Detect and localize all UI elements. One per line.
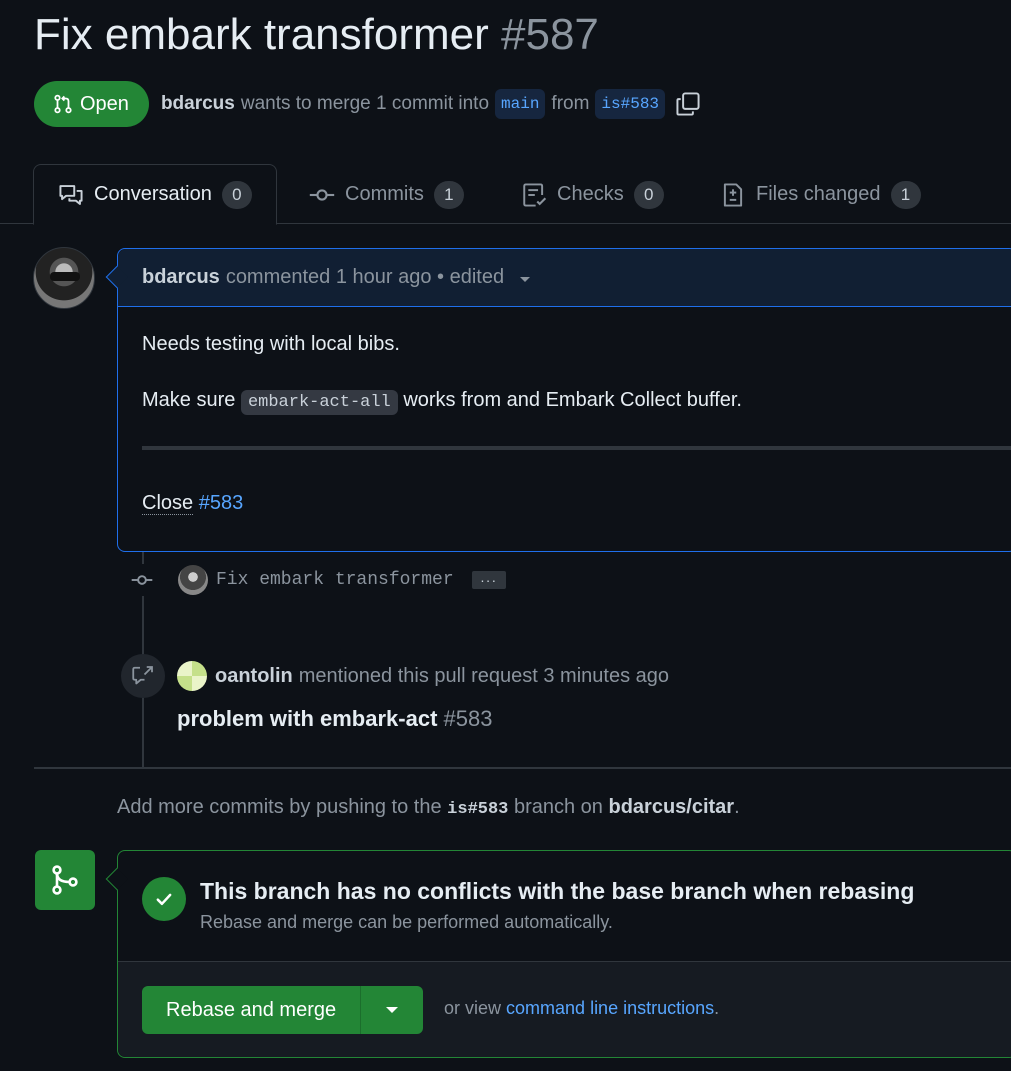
mention-event: oantolin mentioned this pull request 3 m… <box>177 660 669 692</box>
tab-counter: 1 <box>890 180 921 209</box>
base-branch-label[interactable]: main <box>495 89 546 119</box>
referenced-issue-title: problem with embark-act <box>177 706 438 731</box>
timeline-commit: Fix embark transformer ··· <box>126 564 506 596</box>
file-diff-icon <box>723 182 743 207</box>
merge-method-dropdown[interactable] <box>361 986 424 1034</box>
pr-tabs: Conversation 0 Commits 1 Checks 0 Files … <box>0 164 1011 225</box>
mention-author-link[interactable]: oantolin <box>215 665 293 688</box>
comment-meta[interactable]: commented 1 hour ago • edited <box>226 266 504 289</box>
git-commit-icon <box>126 564 158 596</box>
pr-title-heading: Fix embark transformer #587 <box>34 10 599 60</box>
merge-pointer <box>105 867 129 891</box>
push-hint-text: Add more commits by pushing to the <box>117 796 442 818</box>
avatar[interactable] <box>33 247 95 309</box>
avatar[interactable] <box>178 565 208 595</box>
check-icon <box>142 877 186 921</box>
tab-counter: 0 <box>221 180 252 209</box>
push-hint-text: branch on <box>513 796 603 818</box>
referenced-issue-number: #583 <box>443 706 493 731</box>
close-line: Close #583 <box>142 490 992 516</box>
push-hint: Add more commits by pushing to the is#58… <box>117 796 740 819</box>
rebase-and-merge-button[interactable]: Rebase and merge <box>142 986 362 1034</box>
pr-status-row: Open bdarcus wants to merge 1 commit int… <box>34 80 701 128</box>
period: . <box>714 998 720 1018</box>
pr-author-link[interactable]: bdarcus <box>161 93 235 115</box>
chevron-down-icon[interactable] <box>520 276 531 282</box>
state-badge-open: Open <box>34 81 149 127</box>
tab-label: Conversation <box>94 183 212 205</box>
pr-title: Fix embark transformer <box>34 10 489 59</box>
cli-hint: or view command line instructions. <box>444 998 719 1019</box>
git-commit-icon <box>309 188 335 201</box>
push-hint-text: . <box>734 796 740 818</box>
merge-button-group: Rebase and merge <box>142 986 424 1034</box>
comment-header: bdarcus commented 1 hour ago • edited <box>118 249 1011 307</box>
tab-checks[interactable]: Checks 0 <box>521 164 664 225</box>
push-branch: is#583 <box>447 800 509 819</box>
git-pull-request-icon <box>54 94 72 114</box>
comment-text: Make sure <box>142 389 236 411</box>
command-line-instructions-link[interactable]: command line instructions <box>506 998 714 1018</box>
or-view-text: or view <box>444 998 502 1018</box>
comment-text: works from and Embark Collect buffer. <box>403 389 742 411</box>
comment-author-link[interactable]: bdarcus <box>142 266 220 289</box>
horizontal-rule <box>142 446 1011 450</box>
git-merge-icon <box>35 850 95 910</box>
tab-label: Checks <box>557 183 624 205</box>
tab-label: Files changed <box>756 183 881 205</box>
merge-summary: bdarcus wants to merge 1 commit into mai… <box>161 89 701 119</box>
timeline-divider <box>34 767 1011 769</box>
tab-counter: 1 <box>433 180 464 209</box>
issue-ref-link[interactable]: #583 <box>199 492 244 514</box>
tab-conversation[interactable]: Conversation 0 <box>33 164 277 225</box>
commit-message-link[interactable]: Fix embark transformer <box>216 570 454 590</box>
copy-icon[interactable] <box>675 91 701 117</box>
avatar[interactable] <box>177 661 207 691</box>
comment-box: bdarcus commented 1 hour ago • edited Ne… <box>105 248 1011 552</box>
pr-number: #587 <box>501 10 599 59</box>
chevron-down-icon <box>386 1007 399 1013</box>
tab-commits[interactable]: Commits 1 <box>309 164 464 225</box>
tab-files-changed[interactable]: Files changed 1 <box>720 164 921 225</box>
merge-status-subtitle: Rebase and merge can be performed automa… <box>200 912 613 932</box>
merge-footer: Rebase and merge or view command line in… <box>118 961 1011 1057</box>
head-branch-label[interactable]: is#583 <box>595 89 666 119</box>
merge-status-title: This branch has no conflicts with the ba… <box>200 878 915 904</box>
state-label: Open <box>80 92 129 115</box>
repo-name: bdarcus/citar <box>608 796 735 818</box>
checklist-icon <box>523 182 547 207</box>
tab-counter: 0 <box>633 180 664 209</box>
mention-text: mentioned this pull request 3 minutes ag… <box>298 664 669 687</box>
comment-discussion-icon <box>59 184 83 205</box>
close-keyword: Close <box>142 492 194 515</box>
tab-label: Commits <box>345 183 424 205</box>
comment-line: Needs testing with local bibs. <box>142 333 400 355</box>
cross-reference-icon <box>121 654 165 698</box>
comment-line: Make sure embark-act-all works from and … <box>142 387 992 416</box>
comment-body: Needs testing with local bibs. Make sure… <box>118 307 1011 516</box>
merge-box: This branch has no conflicts with the ba… <box>105 850 1011 1058</box>
from-text: from <box>551 93 590 114</box>
inline-code: embark-act-all <box>240 390 398 415</box>
merge-text: wants to merge 1 commit into <box>240 93 490 114</box>
referenced-issue-link[interactable]: problem with embark-act #583 <box>177 706 492 732</box>
commit-expand-button[interactable]: ··· <box>471 571 506 589</box>
